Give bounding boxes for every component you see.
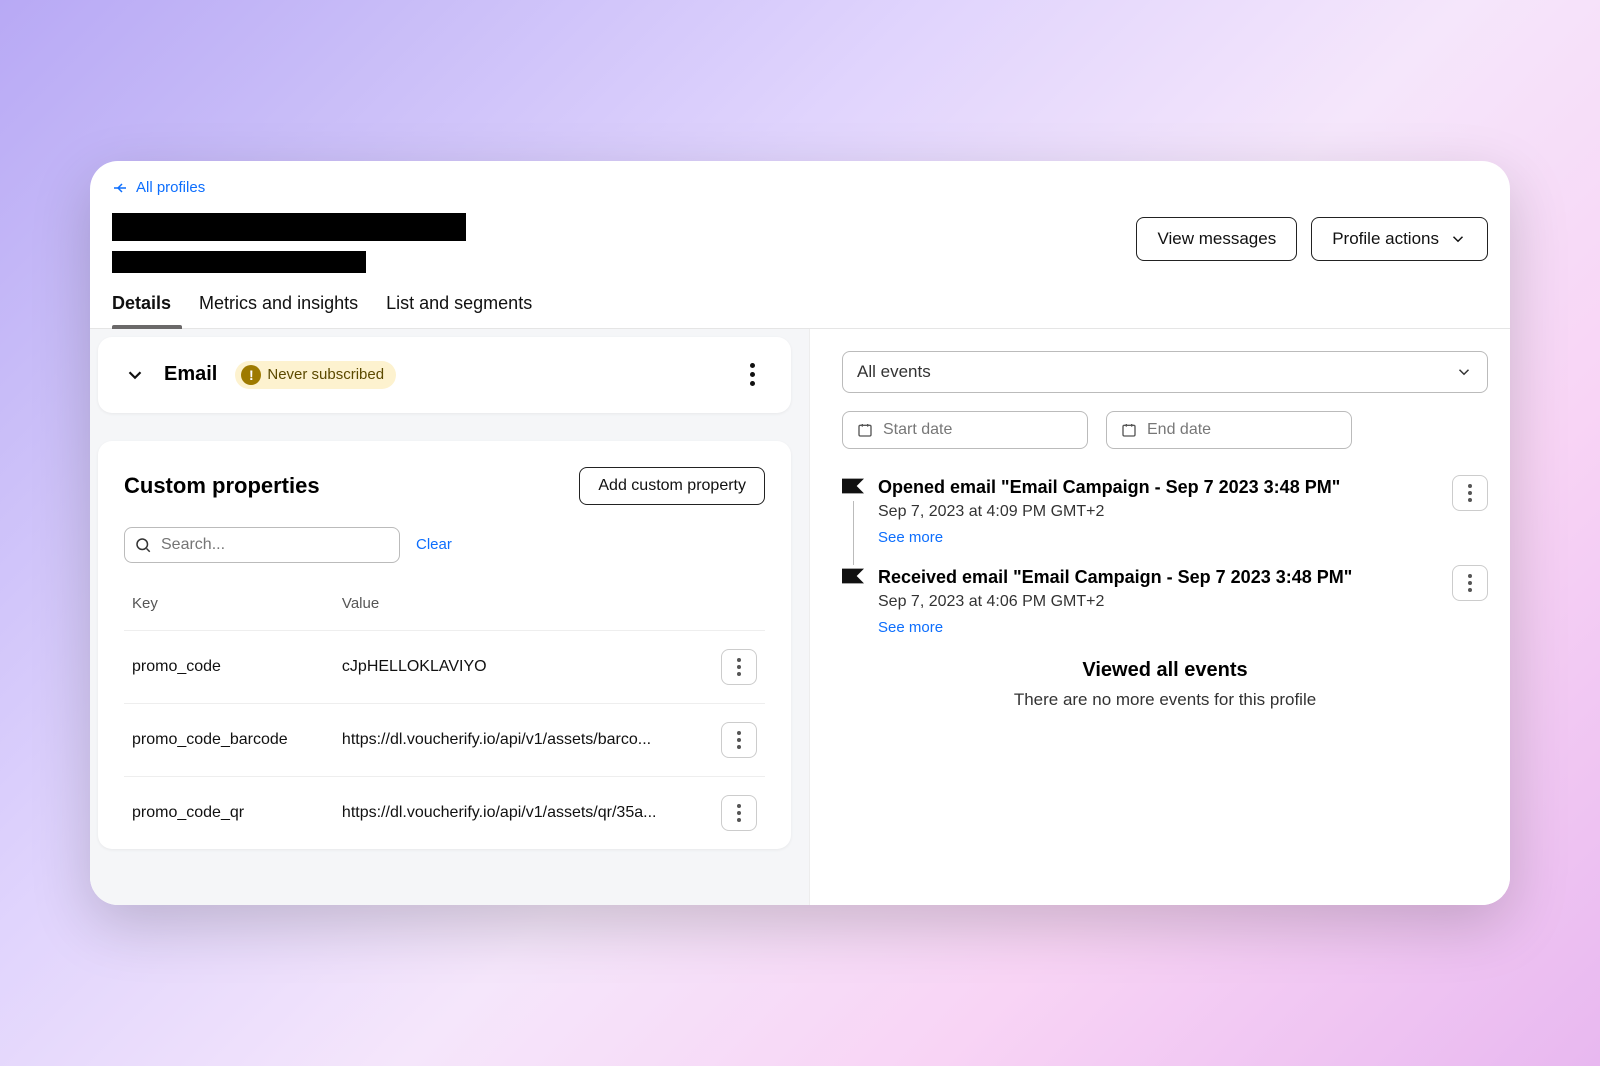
table-row: promo_code cJpHELLOKLAVIYO: [124, 630, 765, 703]
profile-actions-label: Profile actions: [1332, 229, 1439, 249]
calendar-icon: [1121, 422, 1137, 438]
prop-value: https://dl.voucherify.io/api/v1/assets/b…: [334, 703, 713, 776]
warning-icon: !: [241, 365, 261, 385]
prop-value: https://dl.voucherify.io/api/v1/assets/q…: [334, 776, 713, 849]
header-row: View messages Profile actions: [90, 201, 1510, 273]
table-row: promo_code_barcode https://dl.voucherify…: [124, 703, 765, 776]
content-area: Email ! Never subscribed Custom properti…: [90, 329, 1510, 906]
event-body: Received email "Email Campaign - Sep 7 2…: [878, 565, 1438, 637]
view-messages-label: View messages: [1157, 229, 1276, 249]
column-header-key: Key: [124, 585, 334, 631]
event-menu-button[interactable]: [1452, 475, 1488, 511]
event-time: Sep 7, 2023 at 4:06 PM GMT+2: [878, 593, 1438, 611]
prop-key: promo_code_barcode: [124, 703, 334, 776]
search-icon: [134, 536, 152, 554]
row-menu-button[interactable]: [721, 649, 757, 685]
profile-identity-redacted: [112, 213, 466, 273]
prop-key: promo_code: [124, 630, 334, 703]
events-end-block: Viewed all events There are no more even…: [842, 659, 1488, 710]
event-body: Opened email "Email Campaign - Sep 7 202…: [878, 475, 1438, 547]
email-card-title: Email: [164, 363, 217, 386]
custom-properties-table: Key Value promo_code cJpHELLOKLAVIYO pro: [124, 585, 765, 849]
search-input[interactable]: [124, 527, 400, 563]
events-filter-select[interactable]: All events: [842, 351, 1488, 393]
custom-properties-header: Custom properties Add custom property: [124, 467, 765, 505]
end-date-placeholder: End date: [1147, 421, 1211, 439]
top-bar: All profiles: [90, 161, 1510, 201]
left-column: Email ! Never subscribed Custom properti…: [90, 329, 810, 906]
prop-value: cJpHELLOKLAVIYO: [334, 630, 713, 703]
badge-label: Never subscribed: [267, 366, 384, 383]
start-date-placeholder: Start date: [883, 421, 952, 439]
events-end-subtitle: There are no more events for this profil…: [842, 690, 1488, 710]
events-end-title: Viewed all events: [842, 659, 1488, 682]
email-card-left: Email ! Never subscribed: [124, 361, 396, 389]
date-range-row: Start date End date: [842, 411, 1488, 449]
chevron-down-icon: [1449, 230, 1467, 248]
custom-properties-title: Custom properties: [124, 473, 320, 499]
table-row: promo_code_qr https://dl.voucherify.io/a…: [124, 776, 765, 849]
email-channel-card: Email ! Never subscribed: [98, 337, 791, 413]
view-messages-button[interactable]: View messages: [1136, 217, 1297, 261]
back-link-label: All profiles: [136, 179, 205, 196]
event-menu-button[interactable]: [1452, 565, 1488, 601]
add-custom-property-button[interactable]: Add custom property: [579, 467, 765, 505]
custom-properties-search-row: Clear: [124, 527, 765, 563]
profile-actions-button[interactable]: Profile actions: [1311, 217, 1488, 261]
event-time: Sep 7, 2023 at 4:09 PM GMT+2: [878, 503, 1438, 521]
chevron-down-icon: [1455, 363, 1473, 381]
prop-key: promo_code_qr: [124, 776, 334, 849]
redacted-name: [112, 213, 466, 241]
end-date-field[interactable]: End date: [1106, 411, 1352, 449]
subscription-status-badge: ! Never subscribed: [235, 361, 396, 389]
row-menu-button[interactable]: [721, 795, 757, 831]
event-item: Opened email "Email Campaign - Sep 7 202…: [842, 475, 1488, 547]
search-box: [124, 527, 400, 563]
tab-details[interactable]: Details: [112, 293, 171, 328]
chevron-down-icon[interactable]: [124, 364, 146, 386]
right-column: All events Start date End date Opened em…: [810, 329, 1510, 906]
email-card-menu-button[interactable]: [739, 362, 765, 388]
header-actions: View messages Profile actions: [1136, 217, 1488, 261]
tab-lists[interactable]: List and segments: [386, 293, 532, 328]
timeline-line: [853, 501, 854, 565]
calendar-icon: [857, 422, 873, 438]
column-header-value: Value: [334, 585, 713, 631]
tab-metrics[interactable]: Metrics and insights: [199, 293, 358, 328]
tabs: Details Metrics and insights List and se…: [90, 273, 1510, 329]
event-see-more-link[interactable]: See more: [878, 529, 943, 546]
custom-properties-card: Custom properties Add custom property Cl…: [98, 441, 791, 849]
row-menu-button[interactable]: [721, 722, 757, 758]
redacted-email: [112, 251, 366, 273]
back-all-profiles-link[interactable]: All profiles: [112, 179, 205, 196]
flag-icon: [842, 568, 864, 584]
clear-search-link[interactable]: Clear: [416, 536, 452, 553]
flag-icon: [842, 478, 864, 494]
event-title: Opened email "Email Campaign - Sep 7 202…: [878, 475, 1438, 499]
events-filter-label: All events: [857, 362, 931, 382]
start-date-field[interactable]: Start date: [842, 411, 1088, 449]
event-see-more-link[interactable]: See more: [878, 619, 943, 636]
profile-window: All profiles View messages Profile actio…: [90, 161, 1510, 905]
arrow-left-icon: [112, 180, 128, 196]
event-item: Received email "Email Campaign - Sep 7 2…: [842, 565, 1488, 637]
event-title: Received email "Email Campaign - Sep 7 2…: [878, 565, 1438, 589]
